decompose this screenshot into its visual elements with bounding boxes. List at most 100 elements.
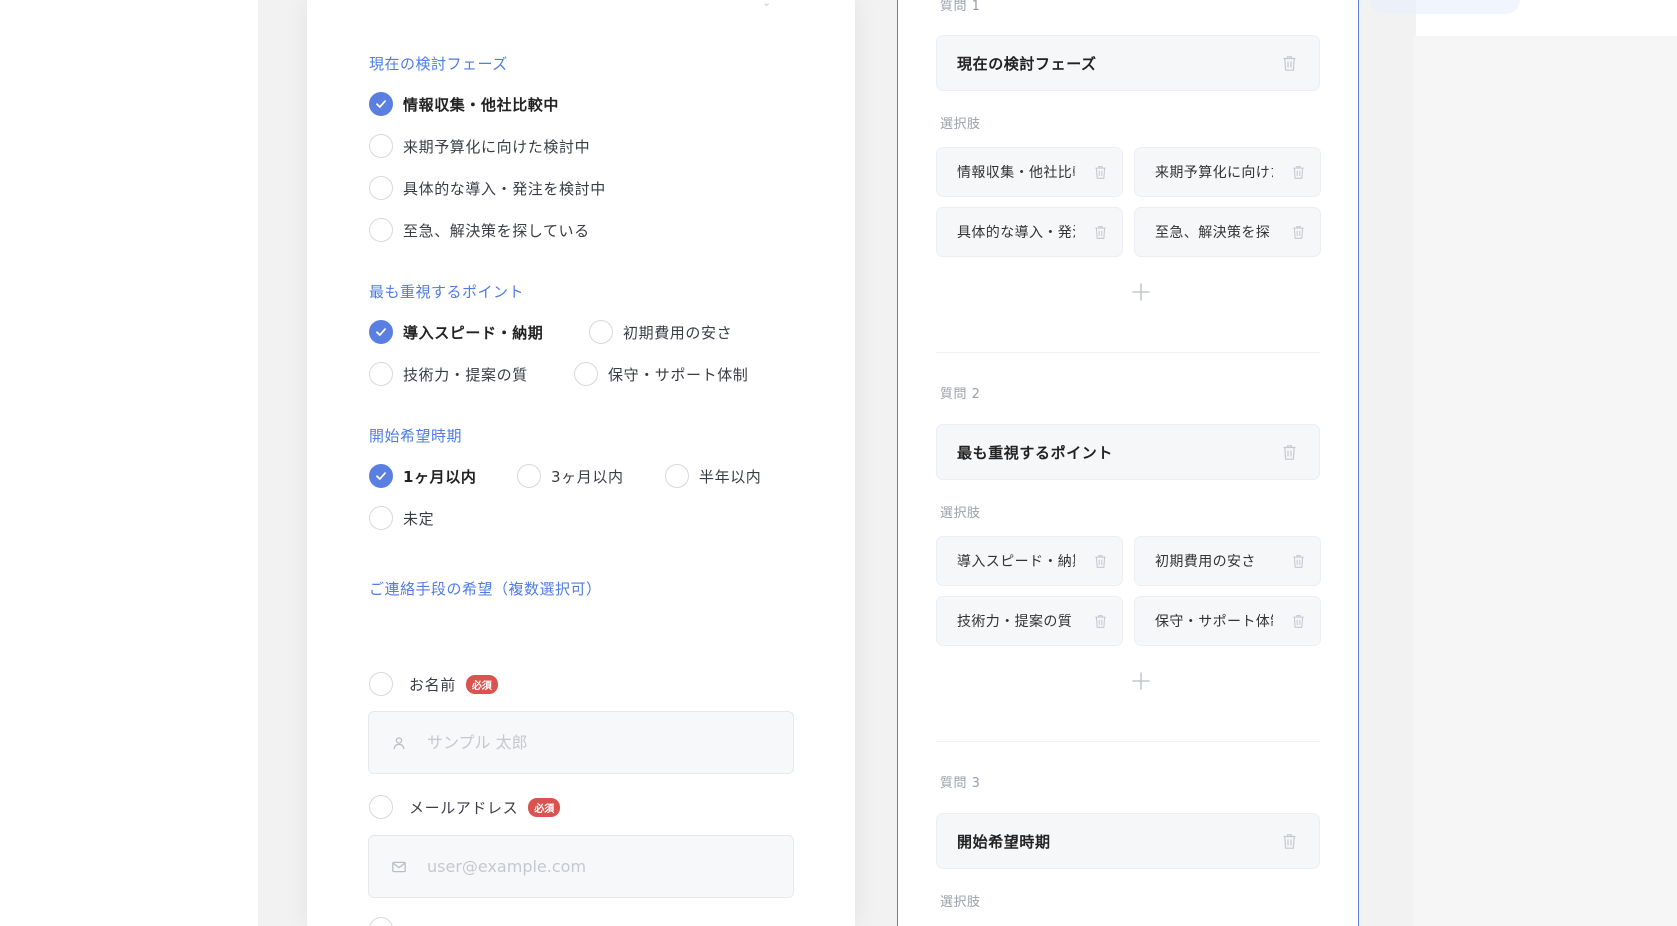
radio-option[interactable] (369, 916, 393, 926)
radio-option-label: 導入スピード・納期 (403, 323, 544, 342)
radio-checked-icon[interactable] (369, 464, 393, 488)
radio-option[interactable]: 情報収集・他社比較中 (369, 91, 559, 117)
choice-text: 情報収集・他社比較中 (957, 165, 1075, 181)
radio-option-label: 1ヶ月以内 (403, 467, 477, 486)
radio-option-label: 3ヶ月以内 (551, 467, 624, 486)
radio-option[interactable]: 半年以内 (665, 463, 761, 489)
trash-icon[interactable] (1288, 225, 1308, 240)
trash-icon[interactable] (1090, 225, 1110, 240)
choice-input[interactable]: 技術力・提案の質 (936, 596, 1123, 646)
choice-input[interactable]: 至急、解決策を探している (1134, 207, 1321, 257)
contact-name-label: お名前 (409, 675, 456, 694)
choice-text: 保守・サポート体制 (1155, 614, 1273, 630)
radio-option[interactable]: 来期予算化に向けた検討中 (369, 133, 590, 159)
radio-unchecked-icon[interactable] (369, 672, 393, 696)
person-icon (389, 733, 409, 753)
question-title-input[interactable]: 最も重視するポイント (936, 424, 1320, 480)
radio-option[interactable]: 保守・サポート体制 (574, 361, 748, 387)
radio-option[interactable]: 3ヶ月以内 (517, 463, 624, 489)
radio-option[interactable]: 至急、解決策を探している (369, 217, 590, 243)
chevron-icon: ⌄ (762, 0, 772, 9)
trash-icon[interactable] (1288, 614, 1308, 629)
trash-icon[interactable] (1271, 444, 1307, 461)
trash-icon[interactable] (1090, 614, 1110, 629)
radio-checked-icon[interactable] (369, 320, 393, 344)
choice-input[interactable]: 来期予算化に向けた検討中 (1134, 147, 1321, 197)
choice-text: 来期予算化に向けた検討中 (1155, 165, 1273, 181)
contact-email-row[interactable]: メールアドレス 必須 (369, 794, 561, 820)
email-field[interactable] (368, 835, 794, 898)
radio-option[interactable]: 1ヶ月以内 (369, 463, 476, 489)
choice-text: 至急、解決策を探している (1155, 225, 1273, 241)
radio-unchecked-icon[interactable] (665, 464, 689, 488)
radio-option[interactable]: 初期費用の安さ (589, 319, 732, 345)
required-badge: 必須 (528, 797, 561, 817)
radio-unchecked-icon[interactable] (369, 506, 393, 530)
radio-unchecked-icon[interactable] (369, 917, 393, 926)
choice-input[interactable]: 導入スピード・納期 (936, 536, 1123, 586)
mail-icon (389, 857, 409, 877)
question-title-text: 現在の検討フェーズ (957, 54, 1097, 73)
choice-input[interactable]: 情報収集・他社比較中 (936, 147, 1123, 197)
choice-text: 初期費用の安さ (1155, 554, 1256, 570)
radio-option[interactable]: 具体的な導入・発注を検討中 (369, 175, 606, 201)
section-title: ご連絡手段の希望（複数選択可） (369, 580, 602, 598)
radio-option[interactable]: 技術力・提案の質 (369, 361, 528, 387)
choice-text: 技術力・提案の質 (957, 614, 1073, 630)
choice-text: 導入スピード・納期 (957, 554, 1075, 570)
trash-icon[interactable] (1271, 55, 1307, 72)
question-editor-panel: 質問 1 現在の検討フェーズ 選択肢 情報収集・他社比較中 来期予算化に向けた検… (897, 0, 1359, 926)
add-choice-button[interactable] (1129, 280, 1153, 304)
choices-label: 選択肢 (940, 506, 981, 521)
check-icon (376, 328, 386, 336)
add-choice-button[interactable] (1129, 669, 1153, 693)
radio-unchecked-icon[interactable] (369, 795, 393, 819)
choice-input[interactable]: 具体的な導入・発注を検討中 (936, 207, 1123, 257)
radio-option[interactable]: 導入スピード・納期 (369, 319, 543, 345)
radio-option-label: 情報収集・他社比較中 (403, 95, 560, 114)
radio-option-label: 保守・サポート体制 (608, 365, 749, 384)
plus-icon (1132, 672, 1150, 690)
trash-icon[interactable] (1288, 165, 1308, 180)
top-glow (1370, 0, 1520, 14)
choices-label: 選択肢 (940, 895, 981, 910)
radio-checked-icon[interactable] (369, 92, 393, 116)
side-panel-placeholder (1413, 36, 1677, 926)
radio-unchecked-icon[interactable] (589, 320, 613, 344)
radio-unchecked-icon[interactable] (369, 362, 393, 386)
trash-icon[interactable] (1090, 554, 1110, 569)
question-title-input[interactable]: 現在の検討フェーズ (936, 35, 1320, 91)
radio-unchecked-icon[interactable] (369, 218, 393, 242)
question-title-input[interactable]: 開始希望時期 (936, 813, 1320, 869)
radio-unchecked-icon[interactable] (517, 464, 541, 488)
check-icon (376, 472, 386, 480)
email-input[interactable] (427, 857, 747, 876)
section-title: 最も重視するポイント (369, 283, 525, 301)
plus-icon (1132, 283, 1150, 301)
choices-label: 選択肢 (940, 117, 981, 132)
choice-input[interactable]: 初期費用の安さ (1134, 536, 1321, 586)
radio-option-label: 至急、解決策を探している (403, 221, 590, 240)
question-number-label: 質問 2 (940, 387, 981, 402)
radio-option-label: 技術力・提案の質 (403, 365, 528, 384)
question-number-label: 質問 3 (940, 776, 981, 791)
trash-icon[interactable] (1288, 554, 1308, 569)
contact-name-row[interactable]: お名前 必須 (369, 671, 498, 697)
radio-option-label: 未定 (403, 509, 435, 528)
radio-option-label: 半年以内 (699, 467, 762, 486)
radio-option-label: 初期費用の安さ (623, 323, 733, 342)
radio-unchecked-icon[interactable] (574, 362, 598, 386)
radio-unchecked-icon[interactable] (369, 134, 393, 158)
form-preview-card: ⌄ 現在の検討フェーズ 情報収集・他社比較中 来期予算化に向けた検討中 具体的な… (307, 0, 855, 926)
name-field[interactable] (368, 711, 794, 774)
radio-unchecked-icon[interactable] (369, 176, 393, 200)
divider (936, 352, 1320, 353)
choice-input[interactable]: 保守・サポート体制 (1134, 596, 1321, 646)
trash-icon[interactable] (1090, 165, 1110, 180)
radio-option[interactable]: 未定 (369, 505, 434, 531)
radio-option-label: 具体的な導入・発注を検討中 (403, 179, 606, 198)
required-badge: 必須 (465, 674, 498, 694)
contact-email-label: メールアドレス (409, 798, 519, 817)
name-input[interactable] (427, 733, 747, 752)
trash-icon[interactable] (1271, 833, 1307, 850)
